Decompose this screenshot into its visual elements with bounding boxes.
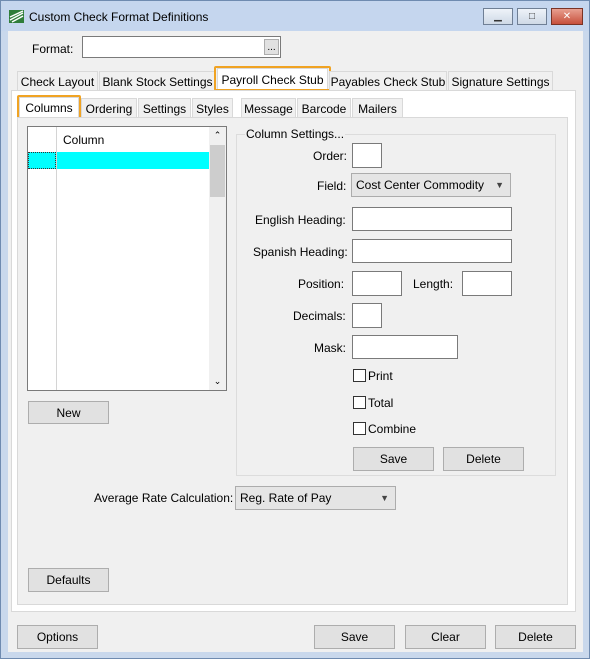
column-save-button[interactable]: Save [353,447,434,471]
subtab-settings[interactable]: Settings [138,98,191,118]
order-label: Order: [313,149,348,163]
maximize-button[interactable]: □ [517,8,547,25]
total-checkbox[interactable] [353,396,366,409]
column-settings-title: Column Settings... [245,127,346,141]
minimize-icon: ▁ [494,11,502,22]
defaults-button[interactable]: Defaults [28,568,109,592]
tab-signature-settings[interactable]: Signature Settings [448,71,553,91]
grid-selected-cell[interactable] [57,152,209,169]
title-bar: Custom Check Format Definitions ▁ □ ✕ [1,1,589,31]
grid-row-selector[interactable] [28,152,56,169]
minimize-button[interactable]: ▁ [483,8,513,25]
total-label: Total [368,396,394,410]
order-input[interactable] [352,143,382,168]
save-button[interactable]: Save [314,625,395,649]
spanish-heading-input[interactable] [352,239,512,263]
length-input[interactable] [462,271,512,296]
mask-input[interactable] [352,335,458,359]
subtab-ordering[interactable]: Ordering [81,98,137,118]
english-heading-input[interactable] [352,207,512,231]
subtab-barcode[interactable]: Barcode [297,98,351,118]
length-label: Length: [413,277,454,291]
columns-grid[interactable]: Column ⌃ ⌄ [27,126,227,391]
decimals-label: Decimals: [293,309,346,323]
main-window: Custom Check Format Definitions ▁ □ ✕ Fo… [0,0,590,659]
format-input[interactable] [82,36,281,58]
mask-label: Mask: [314,341,347,355]
maximize-icon: □ [528,11,536,22]
grid-header-column: Column [63,133,105,147]
scroll-down-icon[interactable]: ⌄ [209,373,226,390]
grid-scrollbar[interactable]: ⌃ ⌄ [209,127,226,390]
combine-checkbox[interactable] [353,422,366,435]
tab-highlight [214,66,331,91]
print-label: Print [368,369,393,383]
position-label: Position: [298,277,345,291]
app-logo-icon [9,10,24,23]
subtab-styles[interactable]: Styles [192,98,233,118]
format-label: Format: [32,42,74,56]
chevron-down-icon: ▼ [380,493,389,503]
field-select[interactable]: Cost Center Commodity ▼ [351,173,511,197]
position-input[interactable] [352,271,402,296]
scroll-up-icon[interactable]: ⌃ [209,127,226,144]
print-checkbox[interactable] [353,369,366,382]
chevron-down-icon: ▼ [495,180,504,190]
combine-label: Combine [368,422,417,436]
close-icon: ✕ [562,11,572,22]
spanish-heading-label: Spanish Heading: [253,245,348,259]
tab-payables-check-stub[interactable]: Payables Check Stub [329,71,447,91]
tab-blank-stock-settings[interactable]: Blank Stock Settings [99,71,216,91]
average-rate-select[interactable]: Reg. Rate of Pay ▼ [235,486,396,510]
clear-button[interactable]: Clear [405,625,486,649]
scroll-thumb[interactable] [210,145,225,197]
dialog-body: Format: ... Check Layout Blank Stock Set… [8,31,583,652]
window-title: Custom Check Format Definitions [29,10,209,24]
new-button[interactable]: New [28,401,109,424]
options-button[interactable]: Options [17,625,98,649]
tab-check-layout[interactable]: Check Layout [17,71,98,91]
field-label: Field: [317,179,347,193]
subtab-mailers[interactable]: Mailers [352,98,403,118]
close-button[interactable]: ✕ [551,8,583,25]
delete-button[interactable]: Delete [495,625,576,649]
average-rate-label: Average Rate Calculation: [94,491,234,505]
column-delete-button[interactable]: Delete [443,447,524,471]
english-heading-label: English Heading: [255,213,346,227]
format-browse-button[interactable]: ... [264,39,279,55]
decimals-input[interactable] [352,303,382,328]
subtab-message[interactable]: Message [241,98,296,118]
